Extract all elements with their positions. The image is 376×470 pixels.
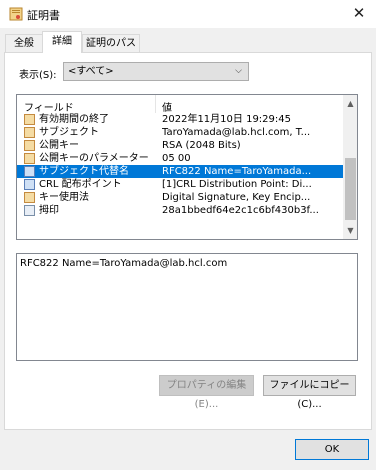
critical-extension-icon: [24, 192, 35, 203]
field-list[interactable]: フィールド 値 有効期間の終了 2022年11月10日 19:29:45 サブジ…: [16, 94, 358, 240]
certificate-icon: [9, 7, 23, 21]
row-field: CRL 配布ポイント: [39, 179, 122, 190]
show-label: 表示(S):: [19, 70, 57, 81]
list-row[interactable]: 公開キーのパラメーター 05 00: [17, 152, 343, 165]
extension-icon: [24, 179, 35, 190]
tab-details[interactable]: 詳細: [42, 31, 82, 53]
row-field: サブジェクト: [39, 127, 99, 138]
column-header-field[interactable]: フィールド: [24, 99, 74, 114]
list-header: フィールド 値: [17, 95, 343, 114]
field-icon: [24, 127, 35, 138]
row-field: 有効期間の終了: [39, 114, 109, 125]
title-bar: 証明書 ✕: [0, 0, 376, 28]
list-row[interactable]: サブジェクト TaroYamada@lab.hcl.com, T...: [17, 126, 343, 139]
row-value: TaroYamada@lab.hcl.com, T...: [162, 127, 311, 138]
scroll-up-arrow-icon[interactable]: ▲: [343, 95, 357, 112]
vertical-scrollbar[interactable]: ▲ ▼: [343, 95, 357, 239]
row-value: RSA (2048 Bits): [162, 140, 241, 151]
row-value: [1]CRL Distribution Point: Di...: [162, 179, 312, 190]
list-row[interactable]: 拇印 28a1bbedf64e2c1c6bf430b3f...: [17, 204, 343, 217]
extension-icon: [24, 166, 35, 177]
list-row[interactable]: キー使用法 Digital Signature, Key Encip...: [17, 191, 343, 204]
row-field: 公開キーのパラメーター: [39, 153, 149, 164]
window-title: 証明書: [27, 9, 60, 22]
ok-button[interactable]: OK: [295, 439, 369, 460]
chevron-down-icon: ⌵: [235, 66, 242, 76]
list-row[interactable]: 有効期間の終了 2022年11月10日 19:29:45: [17, 113, 343, 126]
edit-properties-button[interactable]: プロパティの編集(E)...: [159, 375, 254, 410]
scrollbar-thumb[interactable]: [345, 158, 356, 220]
tab-general[interactable]: 全般: [5, 34, 43, 52]
row-field: 公開キー: [39, 140, 79, 151]
show-dropdown-value: <すべて>: [68, 66, 114, 77]
row-value: RFC822 Name=TaroYamada...: [162, 166, 312, 177]
tab-certification-path[interactable]: 証明のパス: [82, 34, 140, 52]
list-row[interactable]: 公開キー RSA (2048 Bits): [17, 139, 343, 152]
row-field: サブジェクト代替名: [39, 166, 129, 177]
field-icon: [24, 114, 35, 125]
scroll-down-arrow-icon[interactable]: ▼: [343, 222, 357, 239]
column-separator[interactable]: [155, 95, 156, 113]
close-button[interactable]: ✕: [342, 0, 376, 28]
value-detail-box[interactable]: RFC822 Name=TaroYamada@lab.hcl.com: [16, 253, 358, 361]
show-dropdown[interactable]: <すべて> ⌵: [63, 62, 249, 81]
row-value: 2022年11月10日 19:29:45: [162, 114, 291, 125]
field-icon: [24, 140, 35, 151]
list-row[interactable]: CRL 配布ポイント [1]CRL Distribution Point: Di…: [17, 178, 343, 191]
row-field: キー使用法: [39, 192, 89, 203]
column-header-value[interactable]: 値: [162, 99, 172, 114]
row-value: 28a1bbedf64e2c1c6bf430b3f...: [162, 205, 319, 216]
row-value: Digital Signature, Key Encip...: [162, 192, 311, 203]
list-row-selected[interactable]: サブジェクト代替名 RFC822 Name=TaroYamada...: [17, 165, 343, 178]
copy-to-file-button[interactable]: ファイルにコピー(C)...: [263, 375, 356, 410]
property-icon: [24, 205, 35, 216]
row-field: 拇印: [39, 205, 59, 216]
detail-text: RFC822 Name=TaroYamada@lab.hcl.com: [20, 258, 228, 269]
row-value: 05 00: [162, 153, 191, 164]
field-icon: [24, 153, 35, 164]
